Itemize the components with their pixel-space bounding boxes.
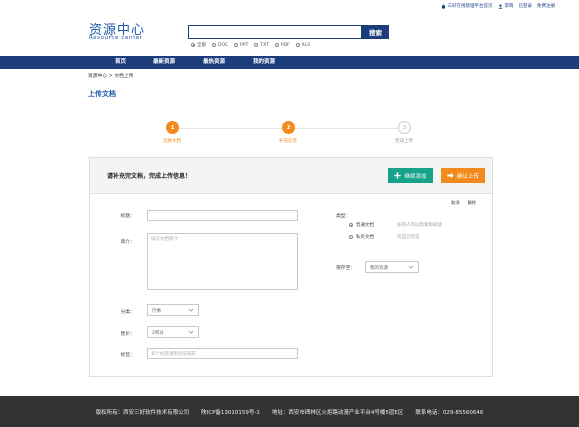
step-2-circle: 2	[282, 121, 295, 134]
radio-icon	[295, 43, 300, 47]
add-more-button[interactable]: 继续添加	[388, 168, 433, 183]
category-select[interactable]: 行事	[147, 304, 199, 316]
chevron-down-icon	[188, 308, 194, 312]
step-1-circle: 1	[166, 121, 179, 134]
intro-placeholder: 描写文档简介	[151, 237, 178, 242]
type-private-desc: 仅自己可见	[397, 235, 420, 240]
step-1-label: 选择文档	[163, 139, 181, 144]
filetype-option[interactable]: TXT	[254, 42, 269, 48]
step-connector	[295, 128, 398, 129]
price-label: 售价：	[120, 332, 135, 337]
intro-label: 简介：	[120, 240, 135, 245]
tags-placeholder: 多个标签请用逗号隔开	[151, 352, 196, 357]
title-label: 标题：	[120, 214, 135, 219]
save-to-select[interactable]: 我的资源	[365, 261, 419, 273]
title-input[interactable]	[147, 210, 298, 221]
nav-item-hot[interactable]: 最热资源	[203, 56, 225, 69]
logo-subtitle: Resource center	[89, 35, 143, 41]
radio-icon	[191, 43, 195, 47]
tags-input[interactable]: 多个标签请用逗号隔开	[147, 348, 298, 359]
confirm-upload-button[interactable]: 确认上传	[441, 168, 485, 183]
radio-icon	[234, 43, 239, 47]
type-public-desc: 任何人可以检索和阅读	[397, 223, 442, 228]
step-connector	[179, 128, 282, 129]
radio-icon	[274, 43, 279, 47]
cancel-link[interactable]: 取消	[451, 200, 459, 206]
radio-icon	[349, 235, 353, 239]
nav-item-mine[interactable]: 我的资源	[253, 56, 275, 69]
footer-phone: 联系电话：029-85560646	[415, 409, 484, 416]
user-icon	[498, 4, 502, 9]
search-input[interactable]	[188, 25, 362, 39]
row-actions: 取消 删除	[451, 200, 476, 206]
panel-header: 请补充完文档，完成上传信息！ 继续添加 确认上传	[90, 158, 492, 194]
chevron-down-icon	[408, 265, 414, 269]
intro-textarea[interactable]: 描写文档简介	[147, 233, 298, 290]
top-links: 三好在线管理平台首页 李晓 已登录 免费注册	[441, 3, 555, 9]
upload-panel: 请补充完文档，完成上传信息！ 继续添加 确认上传 取消 删除 标题： 简介： 描…	[89, 157, 493, 377]
chevron-down-icon	[188, 330, 194, 334]
logged-in-status: 已登录	[518, 4, 533, 9]
search-button[interactable]: 搜索	[362, 25, 389, 39]
nav-item-home[interactable]: 首页	[115, 56, 126, 69]
arrow-right-icon	[447, 172, 454, 179]
register-link[interactable]: 免费注册	[537, 3, 555, 9]
filetype-option[interactable]: XLS	[295, 42, 310, 48]
type-label: 类型：	[336, 214, 351, 219]
nav-item-latest[interactable]: 最新资源	[153, 56, 175, 69]
category-label: 分类：	[120, 310, 135, 315]
home-link[interactable]: 三好在线管理平台首页	[441, 3, 493, 9]
home-icon	[441, 4, 445, 8]
main-nav: 首页 最新资源 最热资源 我的资源	[0, 56, 579, 69]
tags-label: 标签：	[120, 353, 135, 358]
user-link[interactable]: 李晓	[498, 3, 514, 9]
step-3-circle: 3	[398, 121, 411, 134]
delete-link[interactable]: 删除	[468, 200, 476, 206]
page-title: 上传文档	[88, 90, 116, 98]
filetype-option[interactable]: PPT	[234, 42, 248, 48]
footer-address: 地址：西安市碑林区火炬路动漫产业平台4号楼5层E区	[271, 409, 404, 416]
step-3-label: 完成上传	[395, 139, 413, 144]
panel-heading: 请补充完文档，完成上传信息！	[107, 173, 192, 180]
price-select[interactable]: 2积分	[147, 326, 199, 338]
user-name: 李晓	[504, 4, 514, 9]
radio-icon	[349, 223, 353, 227]
home-link-label: 三好在线管理平台首页	[447, 4, 493, 9]
type-option-private[interactable]: 私有文档	[349, 234, 374, 240]
footer-copyright: 版权所有：西安三好软件技术有限公司	[95, 409, 190, 416]
footer: 版权所有：西安三好软件技术有限公司 陕ICP备13010159号-1 地址：西安…	[0, 396, 579, 427]
type-option-public[interactable]: 普通文档	[349, 222, 374, 228]
filetype-option[interactable]: 全部	[191, 42, 206, 48]
filetype-filter: 全部 DOC PPT TXT PDF XLS	[191, 42, 310, 48]
filetype-option[interactable]: PDF	[274, 42, 290, 48]
radio-icon	[212, 43, 216, 47]
filetype-option[interactable]: DOC	[212, 42, 228, 48]
breadcrumb: 资源中心 > 文档上传	[88, 74, 134, 79]
step-2-label: 补充信息	[279, 139, 297, 144]
save-to-label: 保存至：	[336, 266, 356, 271]
footer-icp: 陕ICP备13010159号-1	[201, 409, 260, 416]
radio-icon	[254, 43, 259, 47]
plus-icon	[394, 172, 402, 179]
